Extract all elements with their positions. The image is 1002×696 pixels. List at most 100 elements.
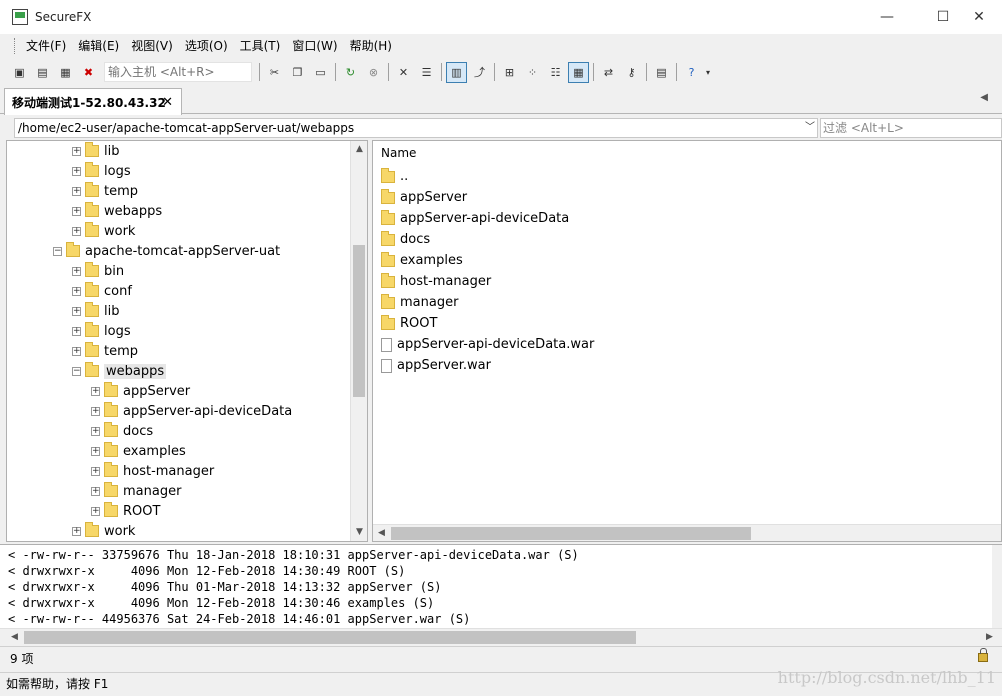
expand-icon[interactable]: + [72, 326, 81, 336]
scrollbar-thumb[interactable] [353, 245, 365, 397]
file-list-row[interactable]: ROOT [381, 313, 437, 334]
path-combo[interactable]: /home/ec2-user/apache-tomcat-appServer-u… [14, 118, 818, 138]
tab-scroll-left-icon[interactable]: ◀ [980, 92, 988, 103]
expand-icon[interactable]: + [72, 526, 81, 536]
transfer-log[interactable]: < -rw-rw-r-- 33759676 Thu 18-Jan-2018 18… [0, 544, 1002, 645]
connect-icon[interactable]: ▣ [9, 62, 30, 83]
collapse-icon[interactable]: − [53, 246, 62, 256]
paste-icon[interactable]: ▭ [310, 62, 331, 83]
menu-help[interactable]: 帮助(H) [344, 34, 398, 58]
expand-icon[interactable]: + [91, 386, 100, 396]
log-vertical-scrollbar[interactable] [992, 545, 1002, 629]
host-input[interactable] [104, 62, 252, 82]
scrollbar-thumb[interactable] [391, 527, 751, 540]
expand-icon[interactable]: + [72, 346, 81, 356]
file-list-row[interactable]: manager [381, 292, 458, 313]
expand-icon[interactable]: + [91, 406, 100, 416]
tree-vertical-scrollbar[interactable]: ▲ ▼ [350, 141, 367, 541]
tree-item[interactable]: + examples [91, 441, 186, 461]
sync-icon[interactable]: ⇄ [598, 62, 619, 83]
refresh-icon[interactable]: ↻ [340, 62, 361, 83]
copy-icon[interactable]: ❐ [287, 62, 308, 83]
tree-item[interactable]: + temp [72, 181, 138, 201]
tree-item[interactable]: + logs [72, 321, 131, 341]
expand-icon[interactable]: + [72, 266, 81, 276]
up-folder-icon[interactable]: ⤴ [469, 62, 490, 83]
details-view-icon[interactable]: ▦ [568, 61, 589, 83]
expand-icon[interactable]: + [72, 146, 81, 156]
expand-icon[interactable]: + [72, 166, 81, 176]
scroll-up-icon[interactable]: ▲ [351, 141, 367, 158]
session-tab[interactable]: 移动端测试1-52.80.43.32 ✕ [4, 88, 182, 115]
tree-item[interactable]: + docs [91, 421, 153, 441]
tree-item[interactable]: − apache-tomcat-appServer-uat [53, 241, 280, 261]
tree-item[interactable]: + bin [72, 261, 124, 281]
menu-window[interactable]: 窗口(W) [286, 34, 343, 58]
expand-icon[interactable]: + [91, 446, 100, 456]
tree-item[interactable]: + work [72, 521, 135, 541]
list-view-icon[interactable]: ☷ [545, 62, 566, 83]
expand-icon[interactable]: + [72, 306, 81, 316]
tree-item[interactable]: + lib [72, 141, 119, 161]
file-list-row[interactable]: examples [381, 250, 463, 271]
reconnect-icon[interactable]: ▦ [55, 62, 76, 83]
expand-icon[interactable]: + [91, 486, 100, 496]
expand-icon[interactable]: + [72, 206, 81, 216]
tree-item[interactable]: + conf [72, 281, 132, 301]
name-column-header[interactable]: Name [381, 146, 416, 160]
small-icons-icon[interactable]: ⁘ [522, 62, 543, 83]
collapse-icon[interactable]: − [72, 366, 81, 376]
menu-file[interactable]: 文件(F) [20, 34, 72, 58]
tree-item[interactable]: + logs [72, 161, 131, 181]
scroll-down-icon[interactable]: ▼ [351, 524, 367, 541]
close-button[interactable]: ✕ [956, 0, 1002, 34]
filter-input[interactable]: 过滤 <Alt+L> [820, 118, 1002, 138]
scroll-right-icon[interactable]: ▶ [981, 629, 998, 645]
file-list-row[interactable]: host-manager [381, 271, 491, 292]
menu-tools[interactable]: 工具(T) [234, 34, 287, 58]
expand-icon[interactable]: + [91, 426, 100, 436]
file-list[interactable]: Name .. appServer appServer-api-deviceData… [372, 140, 1002, 542]
stop-icon[interactable]: ⊗ [363, 62, 384, 83]
tree-item[interactable]: − webapps [72, 361, 167, 381]
tree-item[interactable]: + work [72, 221, 135, 241]
expand-icon[interactable]: + [72, 226, 81, 236]
tree-item[interactable]: + lib [72, 301, 119, 321]
tab-close-icon[interactable]: ✕ [162, 95, 173, 110]
file-list-row[interactable]: appServer.war [381, 355, 491, 376]
scrollbar-thumb[interactable] [24, 631, 636, 644]
minimize-button[interactable]: — [864, 0, 910, 34]
menu-options[interactable]: 选项(O) [179, 34, 234, 58]
tree-item[interactable]: + webapps [72, 201, 162, 221]
expand-icon[interactable]: + [91, 466, 100, 476]
file-list-row[interactable]: appServer [381, 187, 467, 208]
file-list-row[interactable]: appServer-api-deviceData.war [381, 334, 594, 355]
quick-connect-icon[interactable]: ▤ [32, 62, 53, 83]
tree-item[interactable]: + temp [72, 341, 138, 361]
expand-icon[interactable]: + [91, 506, 100, 516]
scroll-left-icon[interactable]: ◀ [373, 525, 390, 541]
tree-item[interactable]: + ROOT [91, 501, 160, 521]
large-icons-icon[interactable]: ⊞ [499, 62, 520, 83]
expand-icon[interactable]: + [72, 186, 81, 196]
toolbar-overflow-icon[interactable]: ▾ [704, 62, 712, 83]
tree-item[interactable]: + appServer [91, 381, 190, 401]
tree-item[interactable]: + manager [91, 481, 181, 501]
file-list-row[interactable]: appServer-api-deviceData [381, 208, 569, 229]
delete-icon[interactable]: ✕ [393, 62, 414, 83]
chevron-down-icon[interactable]: ﹀ [805, 119, 815, 137]
cut-icon[interactable]: ✂ [264, 62, 285, 83]
folder-tree[interactable]: + lib + logs + temp + webapps + work − apache-tomca… [6, 140, 368, 542]
tree-item[interactable]: + appServer-api-deviceData [91, 401, 292, 421]
menu-edit[interactable]: 编辑(E) [72, 34, 125, 58]
disconnect-icon[interactable]: ✖ [78, 62, 99, 83]
expand-icon[interactable]: + [72, 286, 81, 296]
key-icon[interactable]: ⚷ [621, 62, 642, 83]
filelist-horizontal-scrollbar[interactable]: ◀ [373, 524, 1001, 541]
scroll-left-icon[interactable]: ◀ [6, 629, 23, 645]
transfer-queue-icon[interactable]: ▤ [651, 62, 672, 83]
tree-view-icon[interactable]: ▥ [446, 61, 467, 83]
file-list-row[interactable]: docs [381, 229, 430, 250]
tree-item[interactable]: + host-manager [91, 461, 214, 481]
log-horizontal-scrollbar[interactable]: ◀ ▶ [0, 628, 1002, 645]
